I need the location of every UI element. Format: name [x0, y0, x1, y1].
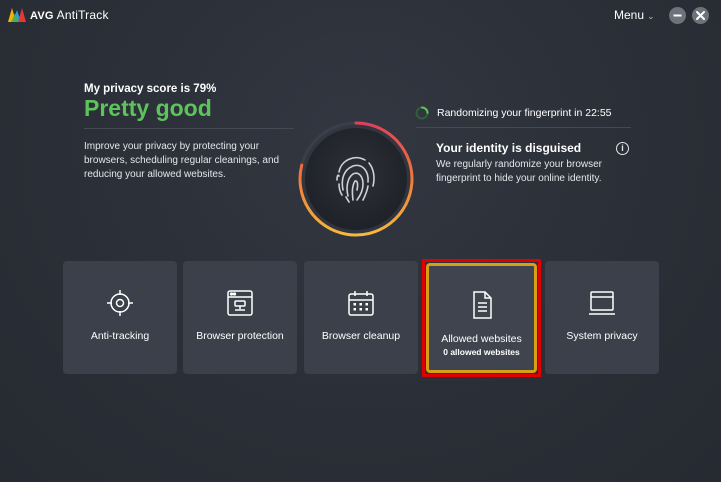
tile-label: System privacy: [566, 330, 638, 342]
chevron-down-icon: ⌄: [647, 11, 655, 21]
tile-label: Anti-tracking: [90, 330, 150, 342]
antitrack-window: AVG AntiTrack Menu ⌄ My privacy score is 7…: [0, 0, 721, 482]
minimize-icon: [673, 14, 682, 17]
tile-label: Allowed websites: [441, 333, 522, 345]
tile-label: Browser protection: [196, 330, 284, 342]
left-divider: [84, 128, 294, 129]
browser-shield-icon: [227, 290, 253, 316]
tile-anti-tracking[interactable]: Anti-tracking: [63, 261, 177, 374]
tile-browser-cleanup[interactable]: Browser cleanup: [304, 261, 418, 374]
info-icon[interactable]: i: [616, 142, 629, 155]
menu-button[interactable]: Menu ⌄: [614, 8, 655, 22]
randomizing-status: Randomizing your fingerprint in 22:55: [437, 107, 612, 119]
identity-title: Your identity is disguised: [436, 141, 582, 155]
tile-allowed-websites[interactable]: Allowed websites 0 allowed websites: [426, 263, 537, 373]
privacy-status: Pretty good: [84, 95, 212, 121]
loading-spinner-icon: [415, 106, 429, 120]
monitor-icon: [589, 291, 615, 315]
document-icon: [472, 291, 492, 319]
product-name: AntiTrack: [56, 8, 109, 22]
close-button[interactable]: [692, 7, 709, 24]
tile-system-privacy[interactable]: System privacy: [545, 261, 659, 374]
brand-name: AVG: [30, 10, 54, 22]
app-title: AVG AntiTrack: [30, 8, 109, 22]
privacy-score-gauge: [298, 121, 414, 237]
crosshair-icon: [107, 290, 133, 316]
avg-logo-icon: [8, 8, 26, 22]
tile-browser-protection[interactable]: Browser protection: [183, 261, 297, 374]
title-bar: AVG AntiTrack Menu ⌄: [0, 0, 721, 30]
allowed-websites-count: 0 allowed websites: [443, 347, 520, 357]
right-divider: [416, 127, 631, 128]
privacy-score-label: My privacy score is 79%: [84, 83, 217, 95]
calendar-icon: [348, 291, 374, 316]
privacy-description: Improve your privacy by protecting your …: [84, 141, 280, 180]
close-icon: [696, 11, 705, 20]
tile-label: Browser cleanup: [321, 330, 401, 342]
minimize-button[interactable]: [669, 7, 686, 24]
menu-label: Menu: [614, 8, 645, 22]
identity-description: We regularly randomize your browser fing…: [436, 159, 602, 184]
